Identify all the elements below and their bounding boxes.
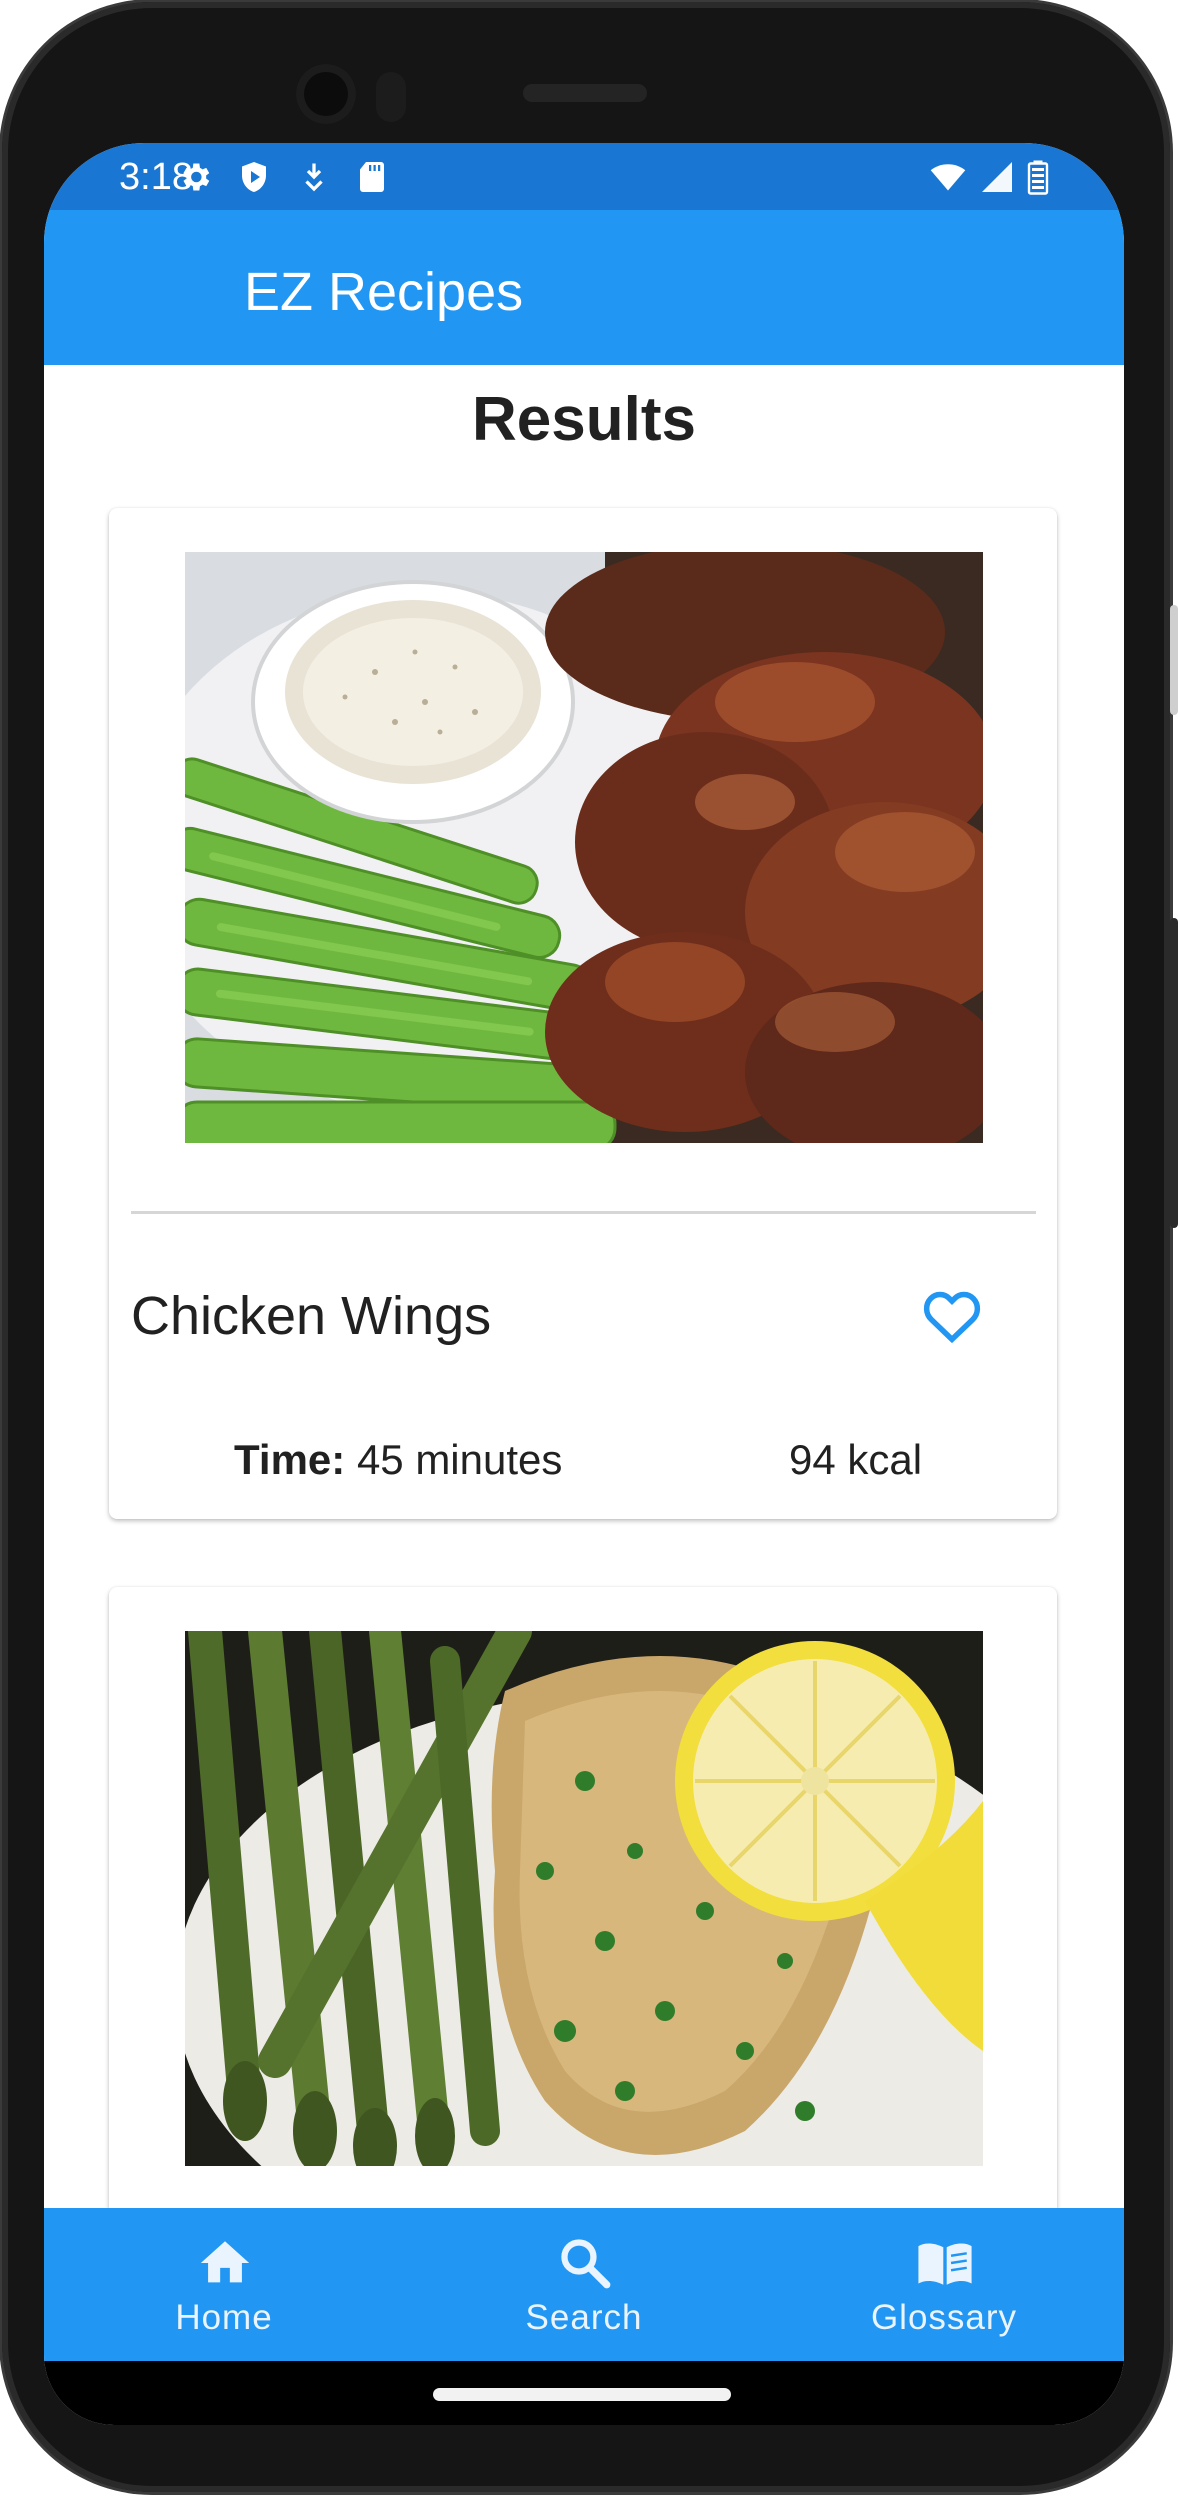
battery-icon (1027, 160, 1049, 195)
bottom-navigation: Home Search Glossary (44, 2208, 1124, 2361)
nav-search[interactable]: Search (404, 2208, 764, 2361)
recipe-image[interactable] (185, 1631, 983, 2166)
app-bar: EZ Recipes (44, 210, 1124, 365)
volume-button (1170, 918, 1178, 1228)
download-icon (305, 163, 323, 192)
power-button (1170, 605, 1178, 715)
recipe-image[interactable] (185, 552, 983, 1143)
recipe-time: Time: 45 minutes (234, 1436, 562, 1484)
gear-icon (183, 163, 210, 191)
recipe-card[interactable] (109, 1587, 1057, 2208)
recipe-title[interactable]: Chicken Wings (131, 1286, 491, 1346)
front-camera (296, 64, 356, 124)
favorite-button[interactable] (919, 1283, 985, 1349)
time-value: 45 minutes (356, 1436, 563, 1483)
sd-card-icon (360, 162, 384, 192)
book-icon (918, 2243, 972, 2285)
chicken-asparagus-lemon-photo (185, 1631, 983, 2166)
app-title: EZ Recipes (244, 262, 524, 322)
page-title: Results (472, 385, 696, 454)
card-divider (131, 1211, 1036, 1214)
wifi-icon (930, 164, 966, 191)
proximity-sensor (376, 72, 406, 122)
gesture-handle[interactable] (433, 2388, 731, 2401)
screen: 3:18 EZ Recipes Results Chicken Wings Ti… (44, 143, 1124, 2425)
nav-glossary-label: Glossary (870, 2298, 1018, 2337)
nav-home[interactable]: Home (44, 2208, 404, 2361)
time-label: Time: (234, 1436, 346, 1483)
earpiece-speaker (523, 84, 647, 102)
nav-glossary[interactable]: Glossary (764, 2208, 1124, 2361)
chicken-wings-photo (185, 552, 983, 1143)
recipe-card[interactable]: Chicken Wings Time: 45 minutes 94 kcal (109, 508, 1057, 1519)
home-icon (200, 2241, 250, 2283)
search-icon (561, 2239, 611, 2289)
nav-search-label: Search (525, 2298, 643, 2337)
cell-signal-icon (982, 162, 1012, 192)
nav-home-label: Home (175, 2298, 273, 2337)
results-list[interactable]: Results Chicken Wings Time: 45 minutes 9… (44, 365, 1124, 2208)
device: 3:18 EZ Recipes Results Chicken Wings Ti… (0, 0, 1178, 2496)
system-gesture-area (44, 2361, 1124, 2425)
shield-icon (242, 162, 266, 192)
heart-outline-icon (923, 1291, 981, 1344)
recipe-calories: 94 kcal (789, 1436, 923, 1483)
status-bar: 3:18 (44, 143, 1124, 210)
